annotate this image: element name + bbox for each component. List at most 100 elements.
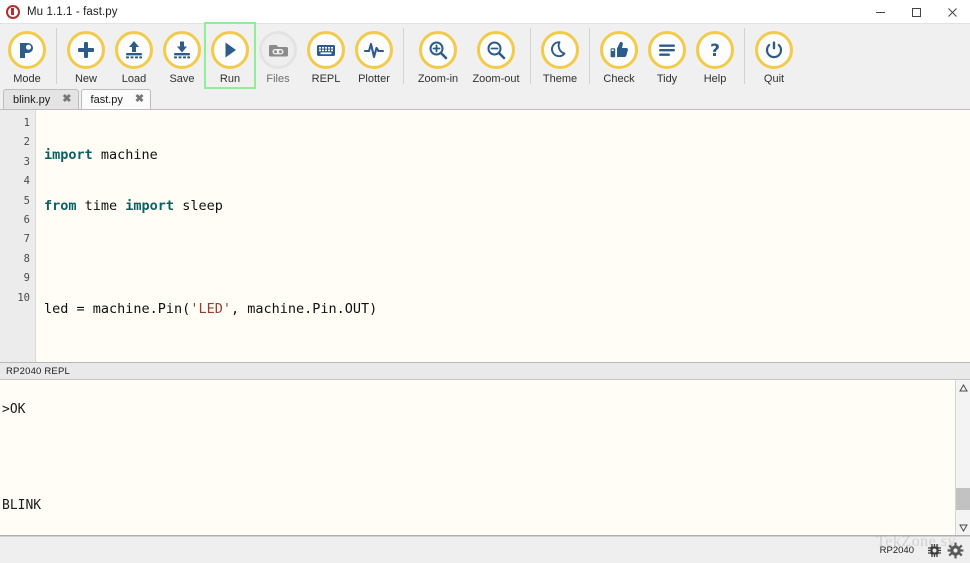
toolbar-button-new[interactable]: New (62, 24, 110, 85)
repl-line (2, 449, 955, 467)
code-rest: , machine.Pin.OUT) (230, 301, 378, 318)
code-line: import machine (44, 146, 970, 165)
maximize-button[interactable] (898, 0, 934, 24)
toolbar-label-plotter: Plotter (358, 73, 390, 85)
code-keyword: import (44, 147, 93, 163)
toolbar-button-load[interactable]: Load (110, 24, 158, 85)
toolbar-button-mode[interactable]: Mode (3, 24, 51, 85)
line-number-gutter: 1 2 3 4 5 6 7 8 9 10 (0, 110, 36, 362)
minimize-button[interactable] (862, 0, 898, 24)
toolbar-button-quit[interactable]: Quit (750, 24, 798, 85)
code-rest: sleep (174, 198, 223, 215)
toolbar-button-zoom-out[interactable]: Zoom-out (467, 24, 525, 85)
code-string: 'LED' (190, 301, 231, 318)
files-icon (269, 45, 288, 57)
plus-icon (78, 42, 94, 58)
toolbar-button-help[interactable]: ? Help (691, 24, 739, 85)
code-rest: led = machine.Pin( (44, 301, 191, 318)
title-bar: Mu 1.1.1 - fast.py (0, 0, 970, 24)
theme-button-circle (541, 31, 579, 69)
line-number: 3 (23, 155, 30, 168)
window-controls (862, 0, 970, 24)
toolbar-button-tidy[interactable]: Tidy (643, 24, 691, 85)
triangle-down-icon[interactable] (955, 520, 970, 535)
toolbar-button-run[interactable]: Run (204, 22, 256, 89)
triangle-up-icon[interactable] (955, 380, 970, 395)
status-bar: TekZone.sy RP2040 (0, 533, 970, 563)
line-number: 6 (23, 213, 30, 226)
repl-button-circle (307, 31, 345, 69)
download-icon (174, 41, 190, 59)
tab-blink-py[interactable]: blink.py ✖ (3, 89, 79, 109)
scrollbar-thumb[interactable] (955, 488, 970, 510)
line-number: 1 (23, 117, 30, 129)
line-number: 4 (23, 175, 30, 188)
toolbar-button-check[interactable]: Check (595, 24, 643, 85)
toolbar-separator-3 (530, 28, 531, 84)
status-device-label: RP2040 (879, 544, 914, 556)
tab-label: blink.py (13, 93, 51, 106)
zoom-out-icon (487, 41, 506, 60)
toolbar-separator-4 (589, 28, 590, 84)
close-icon[interactable]: ✖ (135, 94, 144, 105)
toolbar-button-repl[interactable]: REPL (302, 24, 350, 85)
code-keyword: import (125, 198, 175, 215)
zoom-in-button-circle (419, 31, 457, 69)
gear-icon[interactable] (947, 542, 964, 559)
svg-text:?: ? (710, 41, 720, 61)
code-line: led = machine.Pin('LED', machine.Pin.OUT… (44, 300, 970, 319)
toolbar-separator-1 (56, 28, 57, 84)
waveform-icon (363, 42, 385, 59)
toolbar-label-mode: Mode (13, 73, 41, 85)
tab-fast-py[interactable]: fast.py ✖ (80, 89, 152, 109)
upload-icon (126, 41, 142, 59)
repl-header-label: RP2040 REPL (6, 365, 70, 377)
repl-header: RP2040 REPL (0, 363, 970, 380)
microchip-icon[interactable] (926, 542, 943, 559)
file-tab-bar: blink.py ✖ fast.py ✖ (0, 89, 970, 110)
thumbs-up-icon (610, 41, 628, 58)
toolbar-label-help: Help (703, 73, 727, 85)
check-button-circle (600, 31, 638, 69)
mode-icon (20, 43, 33, 58)
toolbar-button-files[interactable]: Files (254, 24, 302, 85)
window-title: Mu 1.1.1 - fast.py (27, 5, 118, 18)
keyboard-icon (317, 45, 335, 56)
main-toolbar: Mode New Load Save Run Files REPL Plotte… (0, 22, 970, 89)
scrollbar-track[interactable] (955, 395, 970, 520)
line-number: 8 (23, 252, 30, 265)
close-button[interactable] (934, 0, 970, 24)
tidy-button-circle (648, 31, 686, 69)
code-text-area[interactable]: import machine from time import sleep le… (36, 110, 970, 362)
toolbar-label-load: Load (121, 73, 147, 85)
toolbar-button-plotter[interactable]: Plotter (350, 24, 398, 85)
toolbar-separator-2 (403, 28, 404, 84)
quit-button-circle (755, 31, 793, 69)
toolbar-label-run: Run (219, 73, 241, 85)
repl-line: >OK (2, 402, 26, 417)
code-editor[interactable]: 1 2 3 4 5 6 7 8 9 10 import machine from… (0, 110, 970, 363)
line-number: 2 (23, 136, 30, 149)
play-icon (225, 42, 236, 58)
repl-panel[interactable]: >OK BLINK BLINK BLINK BLINK BLINK BLINK … (0, 380, 970, 536)
code-rest: time (76, 198, 126, 215)
code-keyword: from (44, 198, 77, 215)
toolbar-button-theme[interactable]: Theme (536, 24, 584, 85)
toolbar-label-zoom-in: Zoom-in (417, 73, 459, 85)
help-button-circle: ? (696, 31, 734, 69)
toolbar-button-zoom-in[interactable]: Zoom-in (409, 24, 467, 85)
question-icon: ? (710, 41, 720, 61)
line-number: 9 (23, 272, 30, 285)
repl-scrollbar[interactable] (955, 380, 970, 535)
close-icon[interactable]: ✖ (62, 94, 71, 105)
toolbar-label-check: Check (603, 73, 635, 85)
files-button-circle (259, 31, 297, 69)
toolbar-button-save[interactable]: Save (158, 24, 206, 85)
moon-icon (551, 41, 566, 58)
repl-output: >OK BLINK BLINK BLINK BLINK BLINK BLINK … (0, 380, 955, 535)
new-button-circle (67, 31, 105, 69)
toolbar-label-zoom-out: Zoom-out (472, 73, 520, 85)
plotter-button-circle (355, 31, 393, 69)
